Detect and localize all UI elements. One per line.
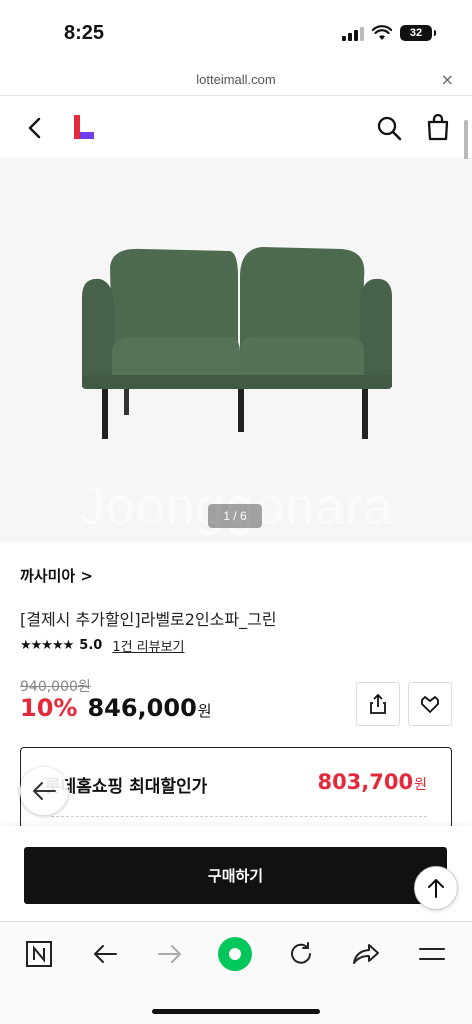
status-time: 8:25 xyxy=(64,22,105,44)
search-icon[interactable] xyxy=(376,115,402,141)
refresh-icon xyxy=(291,942,311,964)
discount-rate: 10% xyxy=(20,694,78,722)
naver-n-icon xyxy=(26,941,52,967)
floating-back-button[interactable] xyxy=(20,767,68,815)
naver-green-button[interactable] xyxy=(217,936,253,972)
promo-price: 803,700원 xyxy=(317,770,427,794)
product-image-gallery[interactable]: Joonggonara 1 / 6 xyxy=(0,159,472,542)
close-icon[interactable]: × xyxy=(441,70,454,89)
share-icon xyxy=(370,693,386,714)
promo-price-currency: 원 xyxy=(414,777,427,793)
divider xyxy=(51,816,427,817)
sale-price: 846,000 xyxy=(87,694,197,722)
price-currency: 원 xyxy=(197,702,212,720)
naver-green-circle-icon xyxy=(218,937,252,971)
image-page-indicator: 1 / 6 xyxy=(208,504,262,528)
share-page-button[interactable] xyxy=(348,936,384,972)
battery-icon: 32 xyxy=(400,25,436,41)
naver-home-button[interactable] xyxy=(21,936,57,972)
scroll-to-top-button[interactable] xyxy=(414,866,458,910)
wifi-icon xyxy=(372,25,392,40)
menu-button[interactable] xyxy=(414,936,450,972)
review-link[interactable]: 1건 리뷰보기 xyxy=(112,636,184,655)
rating-row: ★★★★★ 5.0 1건 리뷰보기 xyxy=(20,636,185,655)
original-price: 940,000원 xyxy=(20,679,91,695)
arrow-left-icon xyxy=(94,945,117,963)
product-image-sofa xyxy=(82,247,392,439)
browser-back-button[interactable] xyxy=(87,936,123,972)
heart-icon xyxy=(421,696,439,713)
status-bar: 8:25 32 xyxy=(0,0,472,64)
brand-link[interactable]: 까사미아 > xyxy=(20,565,93,586)
back-icon[interactable] xyxy=(22,115,48,141)
share-button[interactable] xyxy=(356,682,400,726)
arrow-right-icon xyxy=(158,945,181,963)
promo-price-value: 803,700 xyxy=(317,770,414,794)
cellular-signal-icon xyxy=(342,25,364,41)
menu-icon xyxy=(419,948,445,960)
home-indicator[interactable] xyxy=(152,1009,320,1014)
promo-label: 롯데홈쇼핑 최대할인가 xyxy=(45,777,208,797)
star-rating-icon: ★★★★★ xyxy=(20,638,74,653)
wishlist-button[interactable] xyxy=(408,682,452,726)
arrow-left-icon xyxy=(33,782,56,800)
arrow-up-icon xyxy=(428,879,444,898)
shopping-bag-icon[interactable] xyxy=(425,113,451,141)
app-header xyxy=(0,97,472,159)
purchase-bar: 구매하기 xyxy=(0,826,472,920)
buy-button[interactable]: 구매하기 xyxy=(24,847,447,904)
browser-toolbar xyxy=(0,921,472,1024)
price-row: 10% 846,000 원 xyxy=(20,694,212,722)
rating-value: 5.0 xyxy=(79,638,103,653)
browser-url-bar[interactable]: lotteimall.com × xyxy=(0,64,472,96)
browser-forward-button[interactable] xyxy=(152,936,188,972)
product-title: [결제시 추가할인]라벨로2인소파_그린 xyxy=(20,610,277,629)
status-icons: 32 xyxy=(342,25,436,41)
share-arrow-icon xyxy=(353,944,379,964)
lotte-logo[interactable] xyxy=(72,114,96,140)
url-domain[interactable]: lotteimall.com xyxy=(0,72,472,87)
refresh-button[interactable] xyxy=(283,936,319,972)
